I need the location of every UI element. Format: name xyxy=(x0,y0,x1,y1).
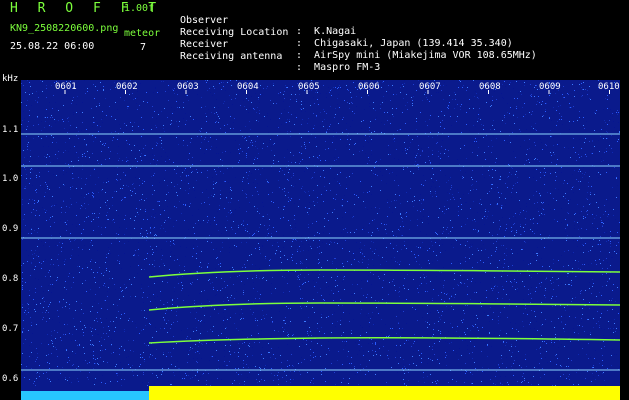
y-tick: 1.0 xyxy=(2,174,19,184)
x-tick: 0605 xyxy=(298,82,320,92)
meteor-count: 7 xyxy=(140,42,147,53)
x-tick: 0608 xyxy=(479,82,501,92)
x-tick: 0604 xyxy=(237,82,259,92)
baseline-band xyxy=(21,391,149,400)
x-tick: 0603 xyxy=(177,82,199,92)
info-key: Receiving Location xyxy=(180,27,289,38)
meteor-label: meteor xyxy=(124,28,161,39)
app-version: 1.00f xyxy=(124,3,155,14)
info-value: : K.Nagai xyxy=(296,26,357,37)
info-value: : AirSpy mini (Miakejima VOR 108.65MHz) xyxy=(296,50,537,61)
spectrogram-canvas xyxy=(21,80,620,400)
y-tick: 1.1 xyxy=(2,125,19,135)
y-unit-label: kHz xyxy=(2,74,19,84)
spectrogram-plot xyxy=(21,80,620,400)
x-tick: 0609 xyxy=(539,82,561,92)
y-tick: 0.7 xyxy=(2,324,19,334)
y-tick: 0.9 xyxy=(2,224,19,234)
info-value: : Maspro FM-3 xyxy=(296,62,381,73)
x-tick: 0610 xyxy=(598,82,620,92)
y-tick: 0.6 xyxy=(2,374,19,384)
file-datetime: 25.08.22 06:00 xyxy=(10,41,95,52)
x-tick: 0602 xyxy=(116,82,138,92)
file-name: KN9_2508220600.png xyxy=(10,23,119,34)
y-tick: 0.8 xyxy=(2,274,19,284)
x-tick: 0607 xyxy=(419,82,441,92)
x-tick: 0601 xyxy=(55,82,77,92)
info-antenna: Receiving antenna : Maspro FM-3 xyxy=(180,40,380,73)
baseline-band xyxy=(149,386,620,400)
info-key: Receiving antenna xyxy=(180,51,283,62)
info-value: : Chigasaki, Japan (139.414 35.340) xyxy=(296,38,513,49)
x-tick: 0606 xyxy=(358,82,380,92)
